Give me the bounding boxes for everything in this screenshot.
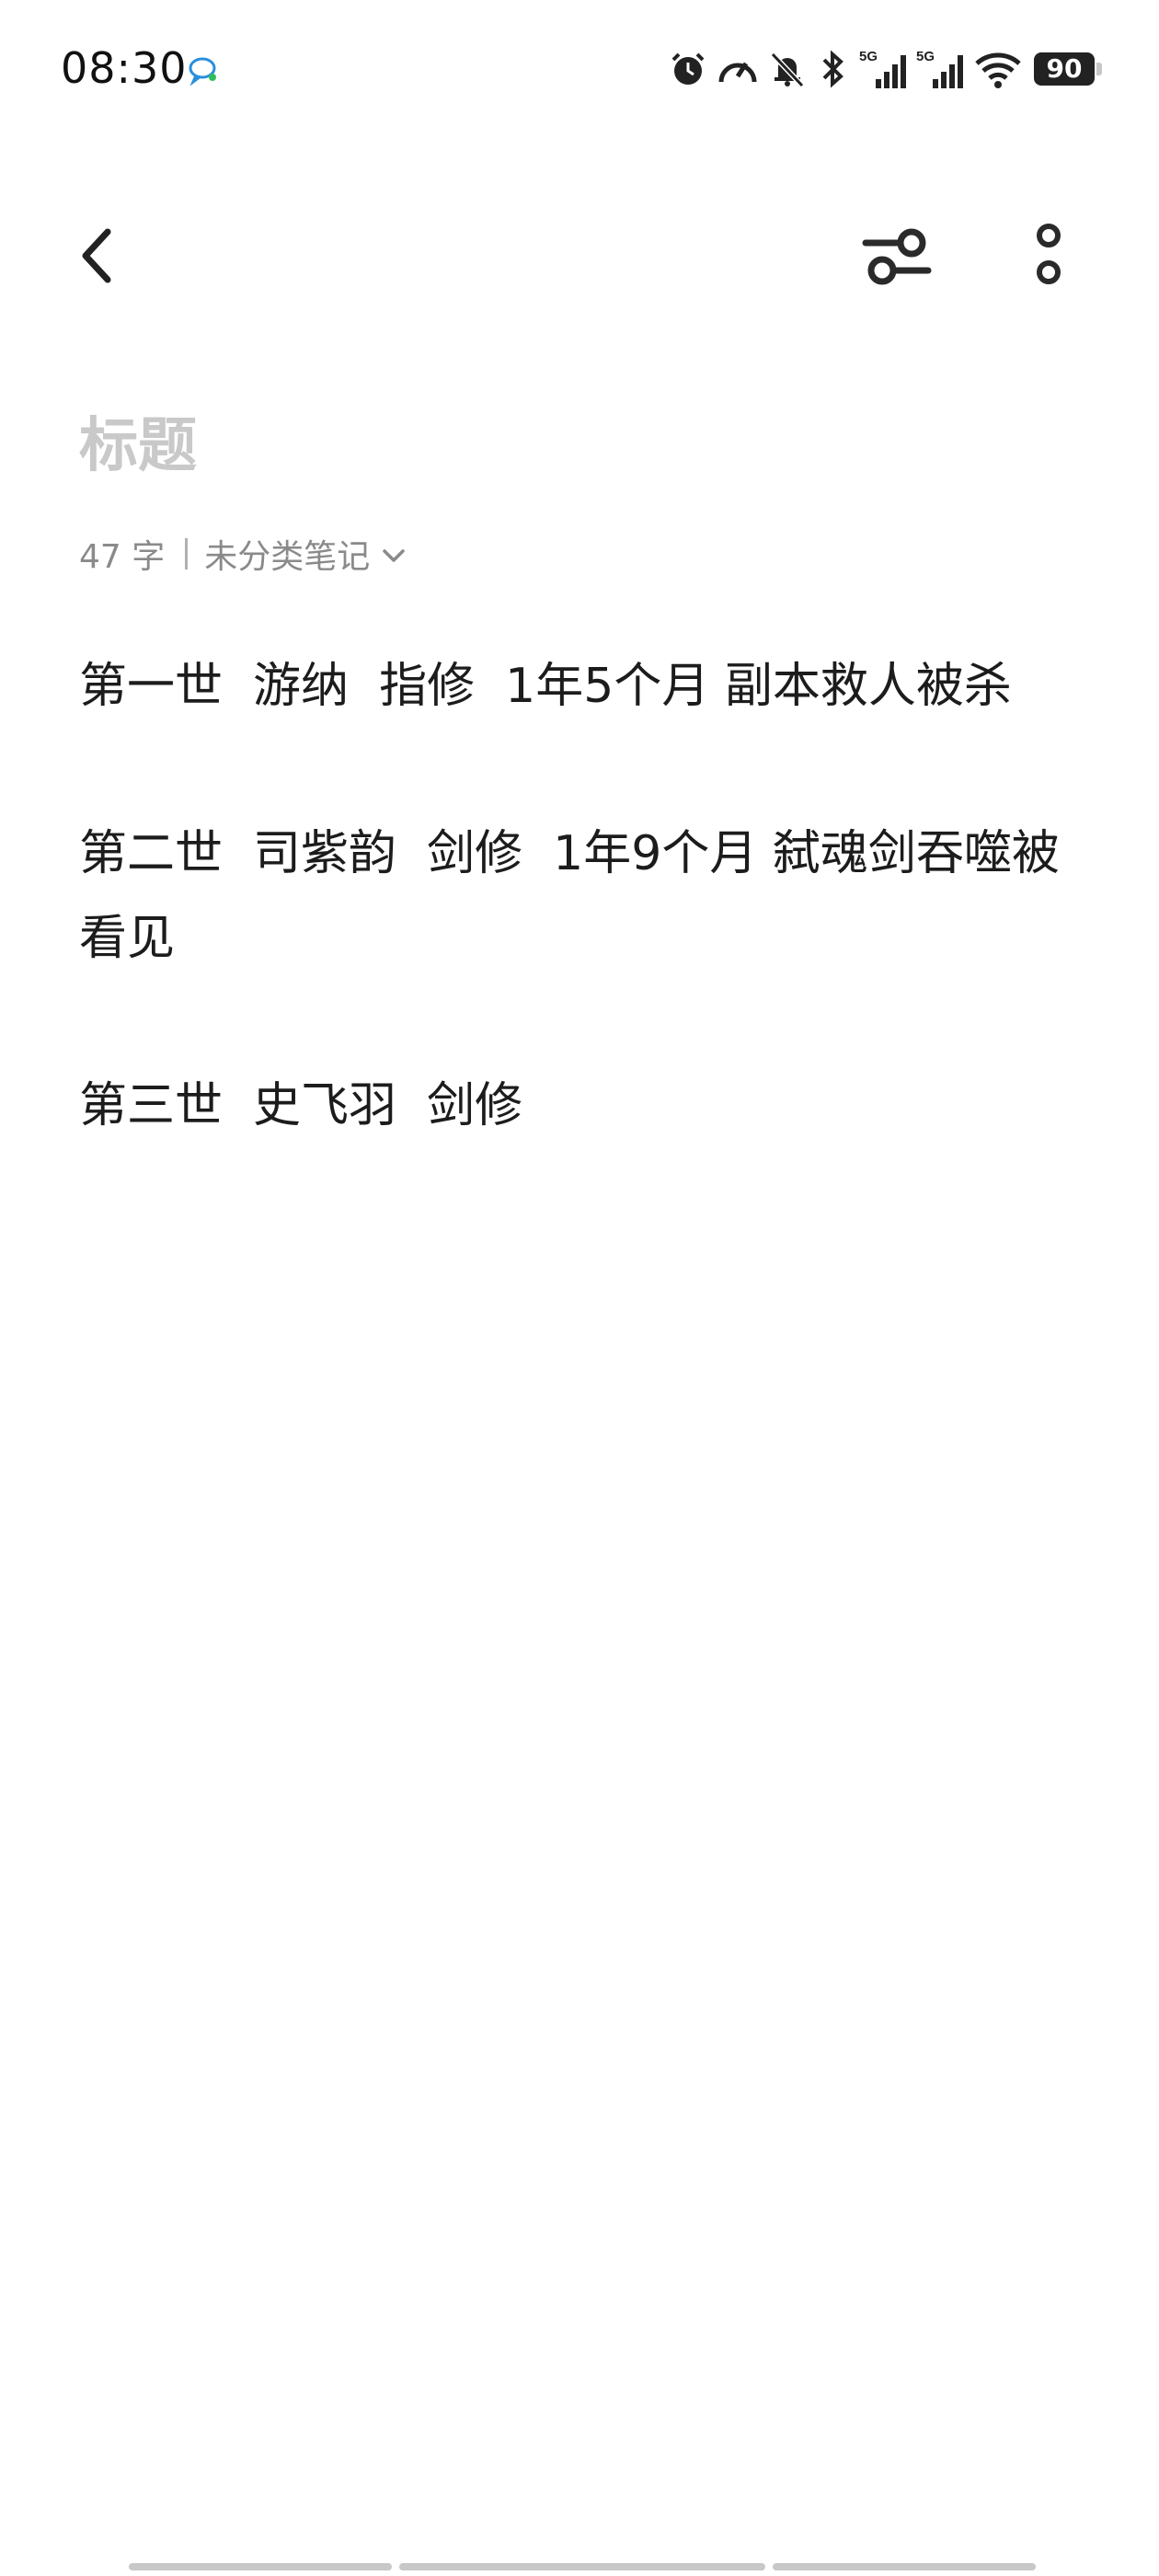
- note-body-editor[interactable]: 第一世 游纳 指修 1年5个月 副本救人被杀 第二世 司紫韵 剑修 1年9个月 …: [79, 644, 1091, 1231]
- note-title-input[interactable]: 标题: [79, 405, 197, 488]
- status-bar: 08:30 5G 5G 90: [0, 0, 1159, 138]
- bluetooth-icon: [815, 49, 852, 89]
- more-vertical-icon: [1030, 219, 1067, 296]
- wifi-icon: [973, 49, 1023, 89]
- signal-5g-icon: 5G: [859, 48, 909, 90]
- gesture-handle: [399, 2563, 765, 2570]
- signal-2-label: 5G: [916, 49, 935, 64]
- note-paragraph: 第二世 司紫韵 剑修 1年9个月 弑魂剑吞噬被看见: [79, 826, 1060, 966]
- back-button[interactable]: [55, 212, 138, 304]
- category-selector[interactable]: 未分类笔记: [204, 530, 407, 578]
- bell-muted-icon: [767, 49, 808, 89]
- chevron-left-icon: [78, 228, 115, 287]
- category-label: 未分类笔记: [204, 538, 371, 576]
- signal-5g-icon: 5G: [916, 48, 966, 90]
- note-meta: 47 字 未分类笔记: [79, 526, 407, 581]
- more-options-button[interactable]: [1003, 212, 1095, 304]
- gesture-handle: [773, 2563, 1036, 2570]
- battery-level: 90: [1046, 53, 1083, 84]
- chevron-down-icon: [370, 535, 407, 573]
- meta-divider: [185, 538, 189, 569]
- word-count: 47 字: [79, 538, 166, 576]
- battery-icon: 90: [1034, 52, 1104, 86]
- speedometer-icon: [716, 49, 760, 89]
- sliders-icon: [860, 223, 934, 293]
- gesture-handle: [129, 2563, 392, 2570]
- note-paragraph: 第三世 史飞羽 剑修: [79, 1078, 523, 1133]
- alarm-icon: [668, 49, 708, 89]
- status-time: 08:30: [61, 43, 188, 93]
- status-icons: 5G 5G 90: [668, 44, 1104, 94]
- note-toolbar: [0, 184, 1159, 331]
- bottom-gesture-bar: [129, 2563, 1036, 2570]
- chat-bubble-icon: [187, 53, 220, 86]
- note-paragraph: 第一世 游纳 指修 1年5个月 副本救人被杀: [79, 659, 1012, 714]
- filter-button[interactable]: [851, 212, 943, 304]
- signal-1-label: 5G: [859, 49, 878, 64]
